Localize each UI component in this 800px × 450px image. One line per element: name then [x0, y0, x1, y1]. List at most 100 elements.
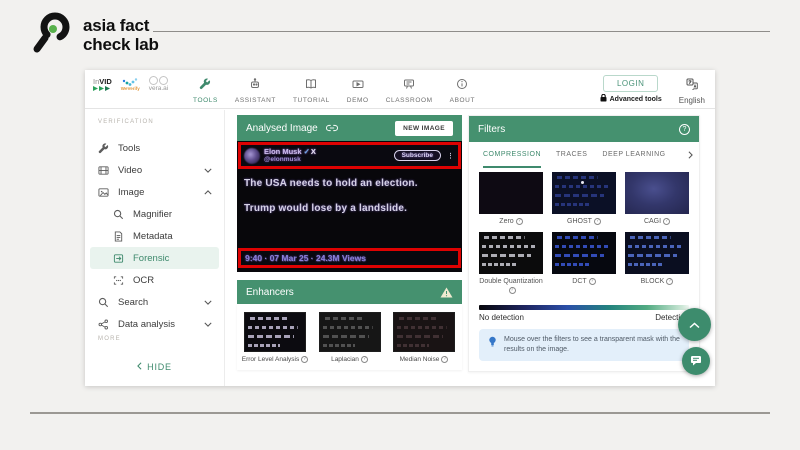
info-icon: [456, 77, 468, 95]
tweet-author: Elon Musk ✓X @elonmusk: [264, 148, 316, 164]
scroll-top-button[interactable]: [678, 308, 711, 341]
wrench-icon: [199, 77, 211, 95]
help-icon[interactable]: ?: [441, 356, 448, 363]
tweet-name: Elon Musk: [264, 147, 302, 156]
filter-block[interactable]: BLOCK?: [625, 232, 689, 301]
nav-classroom[interactable]: CLASSROOM: [386, 77, 433, 104]
filters-tooltip: Mouse over the filters to see a transpar…: [479, 329, 689, 361]
tweet-handle: @elonmusk: [264, 156, 316, 164]
header-right: LOGIN Advanced tools English: [600, 75, 705, 105]
chevron-left-icon: [137, 362, 142, 372]
filter-zero[interactable]: Zero?: [479, 172, 543, 232]
feedback-chat-button[interactable]: [682, 347, 710, 375]
filter-thumbnail[interactable]: [625, 172, 689, 214]
chevron-down-icon: [204, 168, 212, 173]
filter-thumbnail[interactable]: [479, 232, 543, 274]
filter-ghost[interactable]: GHOST?: [552, 172, 616, 232]
platform-mark: X: [311, 147, 316, 156]
help-icon[interactable]: ?: [509, 287, 516, 294]
book-icon: [305, 77, 317, 95]
login-button[interactable]: LOGIN: [603, 75, 658, 92]
nav-assistant[interactable]: ASSISTANT: [235, 77, 276, 104]
sidebar-item-label: Search: [118, 297, 148, 308]
sidebar-item-label: Magnifier: [133, 209, 172, 220]
help-icon[interactable]: ?: [594, 218, 601, 225]
app-window: InVID WeVerify: [85, 70, 715, 386]
nav-tools[interactable]: TOOLS: [193, 77, 218, 104]
chevron-right-icon[interactable]: [688, 142, 693, 168]
filter-cagi[interactable]: CAGI?: [625, 172, 689, 232]
filter-thumbnail[interactable]: [552, 172, 616, 214]
hide-sidebar-button[interactable]: HIDE: [85, 362, 224, 372]
invid-logo[interactable]: InVID: [93, 78, 112, 91]
enhancer-thumbnail[interactable]: [244, 312, 306, 352]
invid-play-icons: [93, 86, 112, 91]
warning-icon[interactable]: [440, 287, 453, 298]
weverify-logo-text: WeVerify: [121, 86, 140, 92]
wrench-icon: [98, 143, 109, 154]
sidebar-item-forensic[interactable]: Forensic: [90, 247, 219, 269]
analysed-image-panel: Analysed Image NEW IMAGE Elon Musk ✓X @e…: [237, 115, 462, 370]
filter-label: GHOST: [567, 218, 592, 225]
filter-dct[interactable]: DCT?: [552, 232, 616, 301]
tab-traces[interactable]: TRACES: [556, 142, 587, 168]
film-icon: [98, 165, 109, 176]
help-icon[interactable]: ?: [679, 124, 690, 135]
filters-title: Filters: [478, 124, 505, 135]
filter-thumbnail[interactable]: [625, 232, 689, 274]
enhancer-label: Laplacian: [331, 356, 359, 363]
tab-compression[interactable]: COMPRESSION: [483, 142, 541, 168]
language-label: English: [679, 96, 705, 105]
weverify-logo[interactable]: WeVerify: [121, 78, 140, 92]
translate-icon: [686, 77, 698, 95]
filter-label: BLOCK: [641, 278, 665, 285]
partner-logos: InVID WeVerify: [93, 76, 168, 93]
sidebar-item-search[interactable]: Search: [85, 291, 224, 313]
filter-double-quantization[interactable]: Double Quantization?: [479, 232, 543, 301]
sidebar-item-metadata[interactable]: Metadata: [85, 225, 224, 247]
filter-thumbnail[interactable]: [479, 172, 543, 214]
brand-logo: asia fact check lab: [28, 8, 159, 61]
sidebar-item-data-analysis[interactable]: Data analysis: [85, 313, 224, 335]
nav-demo-label: DEMO: [347, 97, 369, 104]
nav-about-label: ABOUT: [450, 97, 475, 104]
help-icon[interactable]: ?: [666, 278, 673, 285]
vera-logo[interactable]: vera.ai: [149, 76, 169, 93]
magnifier-icon: [113, 209, 124, 220]
page: asia fact check lab InVID: [0, 0, 800, 450]
enhancer-error-level-analysis[interactable]: Error Level Analysis?: [241, 312, 309, 364]
filter-thumbnail[interactable]: [552, 232, 616, 274]
help-icon[interactable]: ?: [516, 218, 523, 225]
sidebar-item-ocr[interactable]: OCR: [85, 269, 224, 291]
scale-left-label: No detection: [479, 313, 524, 322]
help-icon[interactable]: ?: [589, 278, 596, 285]
enhancer-thumbnail[interactable]: [319, 312, 381, 352]
nav-demo[interactable]: DEMO: [347, 77, 369, 104]
sidebar-item-tools[interactable]: Tools: [85, 137, 224, 159]
advanced-tools[interactable]: Advanced tools: [600, 94, 662, 104]
enhancer-median-noise[interactable]: Median Noise?: [390, 312, 458, 364]
filters-panel: Filters ? COMPRESSION TRACES DEEP LEARNI…: [468, 115, 700, 372]
tab-deep-learning[interactable]: DEEP LEARNING: [602, 142, 665, 168]
magnifier-logo-icon: [28, 8, 76, 61]
new-image-button[interactable]: NEW IMAGE: [395, 121, 453, 136]
avatar: [244, 148, 260, 164]
help-icon[interactable]: ?: [663, 218, 670, 225]
help-icon[interactable]: ?: [301, 356, 308, 363]
enhancer-laplacian[interactable]: Laplacian?: [316, 312, 384, 364]
enhancer-thumbnail[interactable]: [393, 312, 455, 352]
weverify-dots-icon: [122, 78, 138, 86]
sidebar-item-video[interactable]: Video: [85, 159, 224, 181]
analysed-image[interactable]: Elon Musk ✓X @elonmusk Subscribe ⋮ The U…: [237, 141, 462, 272]
link-icon[interactable]: [326, 124, 338, 132]
filter-grid: Zero? GHOST? CAGI? Double Quantization? …: [469, 168, 699, 301]
help-icon[interactable]: ?: [361, 356, 368, 363]
nav-about[interactable]: ABOUT: [450, 77, 475, 104]
language-selector[interactable]: English: [679, 75, 705, 105]
sidebar-item-image[interactable]: Image: [85, 181, 224, 203]
chevron-down-icon: [204, 322, 212, 327]
sidebar-item-label: Video: [118, 165, 142, 176]
nav-tutorial[interactable]: TUTORIAL: [293, 77, 330, 104]
sidebar-item-magnifier[interactable]: Magnifier: [85, 203, 224, 225]
app-header: InVID WeVerify: [85, 70, 715, 109]
